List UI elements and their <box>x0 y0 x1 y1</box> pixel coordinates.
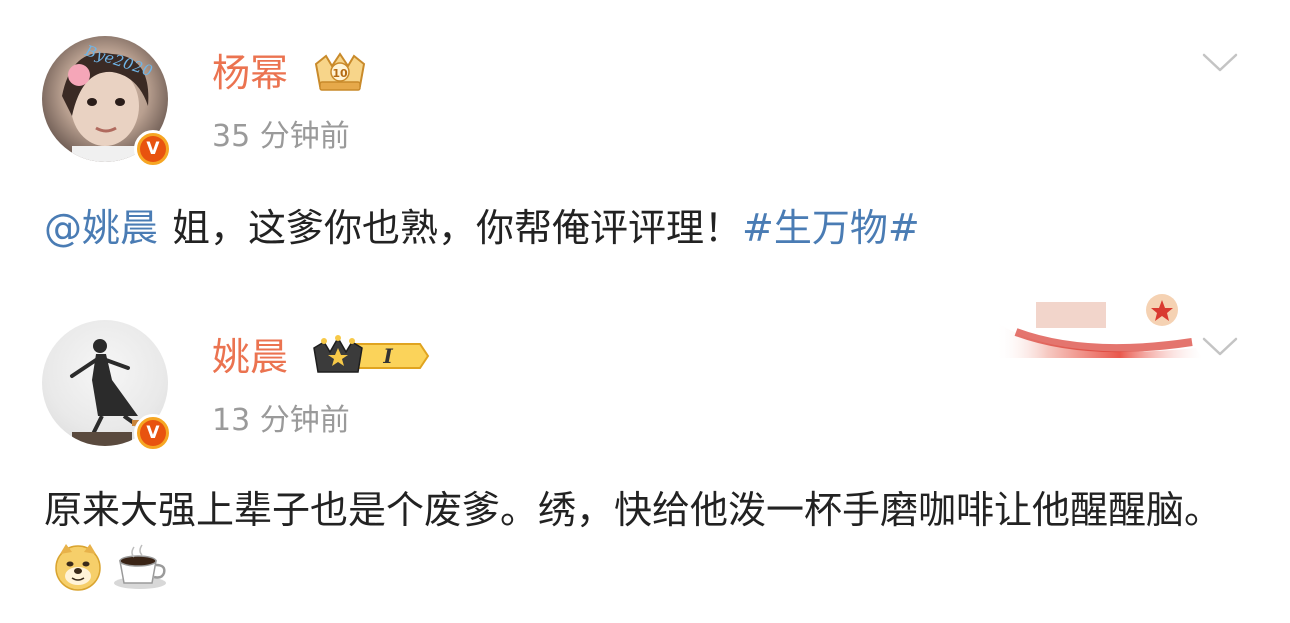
verified-icon: V <box>134 130 172 168</box>
hashtag-link[interactable]: #生万物# <box>742 206 920 250</box>
vip-crown-icon[interactable]: I <box>312 334 430 382</box>
member-level-label: 10 <box>332 67 348 80</box>
post-text: 姐，这爹你也熟，你帮俺评评理！ <box>172 206 743 250</box>
festival-decoration-icon <box>996 292 1202 358</box>
verified-label: V <box>140 136 166 162</box>
avatar[interactable]: V <box>42 320 172 452</box>
post-text: 原来大强上辈子也是个废爹。绣，快给他泼一杯手磨咖啡让他醒醒脑。 <box>44 488 1223 532</box>
chevron-down-icon[interactable] <box>1202 336 1238 358</box>
vip-crown-icon[interactable]: 10 <box>312 50 368 98</box>
member-level-label: I <box>382 344 393 368</box>
chevron-down-icon[interactable] <box>1202 52 1238 74</box>
avatar[interactable]: Bye2020 V <box>42 36 172 168</box>
mention-link[interactable]: @姚晨 <box>44 206 158 250</box>
post-content: 原来大强上辈子也是个废爹。绣，快给他泼一杯手磨咖啡让他醒醒脑。 <box>44 480 1230 609</box>
username[interactable]: 杨幂 <box>212 54 288 92</box>
weibo-post: Bye2020 V 杨幂 10 35 分钟前 @姚晨 姐，这爹你也熟，你帮俺评评理… <box>0 0 1290 290</box>
username[interactable]: 姚晨 <box>212 338 288 376</box>
verified-icon: V <box>134 414 172 452</box>
weibo-post: V 姚晨 I 13 分钟前 原来大强上辈子也是个废爹。绣，快给他泼一杯手磨咖啡让… <box>0 290 1290 623</box>
doge-icon <box>52 540 104 609</box>
coffee-icon <box>112 541 168 608</box>
avatar-deco-flower-icon <box>68 64 90 86</box>
verified-label: V <box>140 420 166 446</box>
timestamp: 35 分钟前 <box>212 119 350 154</box>
post-content: @姚晨 姐，这爹你也熟，你帮俺评评理！#生万物# <box>44 198 1230 258</box>
timestamp: 13 分钟前 <box>212 403 350 438</box>
